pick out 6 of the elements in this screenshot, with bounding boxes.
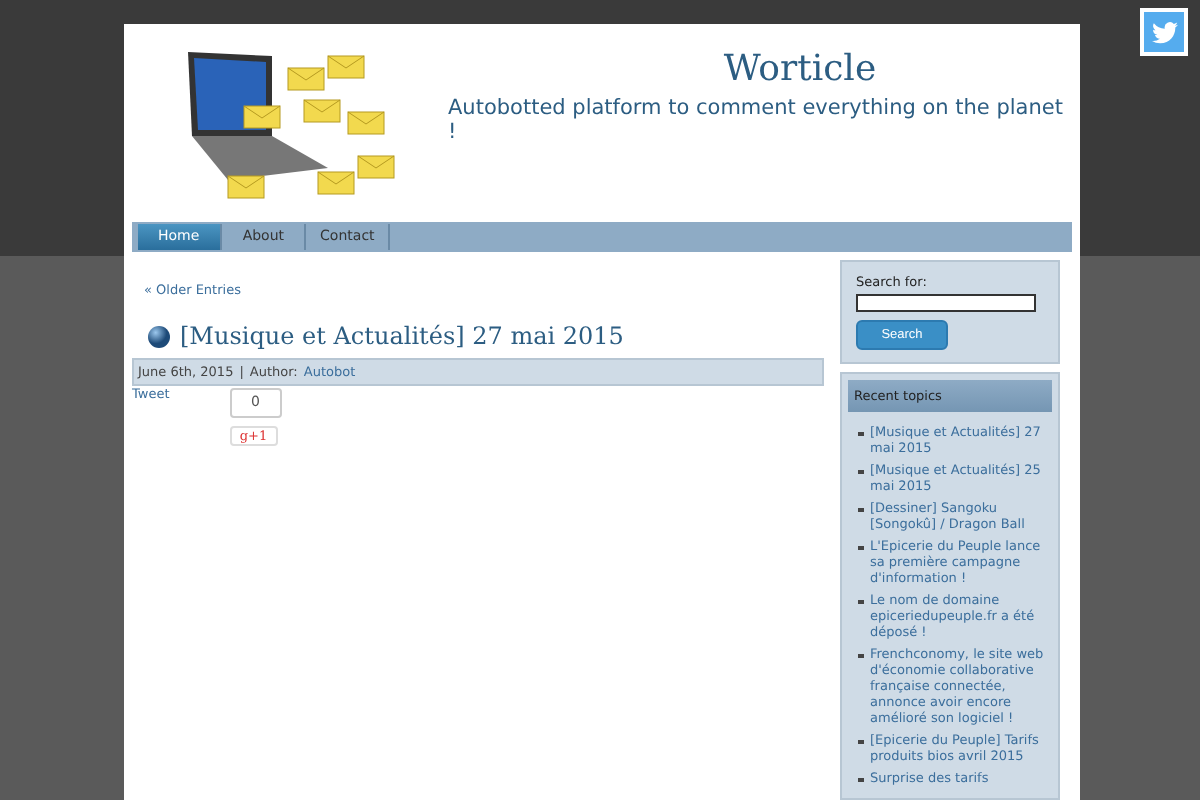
- globe-icon: [148, 325, 170, 347]
- bird-icon: [1151, 21, 1177, 43]
- site-tagline: Autobotted platform to comment everything on the planet !: [448, 96, 1065, 145]
- site-title: Worticle: [723, 48, 877, 91]
- search-field[interactable]: [856, 294, 1036, 312]
- post-title[interactable]: [Musique et Actualités] 27 mai 2015: [180, 322, 624, 350]
